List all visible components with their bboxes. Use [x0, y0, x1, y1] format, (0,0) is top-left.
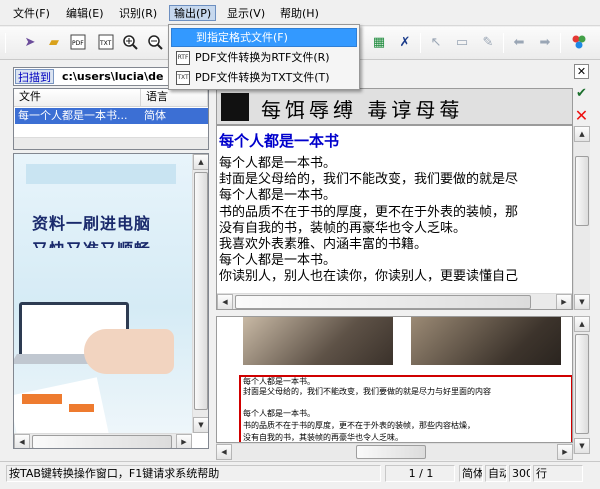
scan-path-field[interactable]: c:\users\lucia\de [62, 69, 163, 84]
txt-icon: TXT [176, 71, 190, 85]
close-icon[interactable]: ✕ [574, 64, 589, 79]
save-pdf-icon[interactable]: PDF [68, 32, 88, 52]
svg-text:TXT: TXT [99, 40, 112, 47]
status-hint: 按TAB键转换操作窗口，F1键请求系统帮助 [6, 465, 381, 482]
right-toolstrip: ✕ ✔ ✕ ▲ ▼ ▲ ▼ [573, 64, 591, 464]
clear-region-icon[interactable]: ✗ [395, 32, 415, 52]
file-list-hscroll[interactable] [14, 137, 208, 149]
text-line: 没有自我的书，装帧的再豪华也令人乏味。 [219, 221, 467, 236]
text-line: 书的品质不在于书的厚度，更不在于外表的装帧，那 [219, 205, 519, 220]
ocr-garbled-text: 每饵辱缚 毒谆母莓 [261, 98, 464, 122]
rtf-icon: RTF [176, 51, 190, 65]
recognized-text-editor[interactable]: 每个人都是一本书 每个人都是一本书。 封面是父母给的，我们不能改变，我们要做的就… [216, 125, 573, 310]
preview-vscroll[interactable]: ▲ ▼ [192, 154, 208, 433]
status-line: 行 [533, 465, 583, 482]
pen-icon[interactable]: ✎ [478, 32, 498, 52]
output-dropdown-menu: 到指定格式文件(F) RTF PDF文件转换为RTF文件(R) TXT PDF文… [168, 24, 360, 90]
menu-export-format-label: 到指定格式文件(F) [196, 31, 288, 44]
file-list: 文件 语言 每一个人都是一本书... 简体 [13, 88, 209, 150]
image-vscroll[interactable]: ▲ ▼ [573, 316, 590, 454]
menu-pdf-to-txt[interactable]: TXT PDF文件转换为TXT文件(T) [171, 69, 357, 88]
image-line: 每个人都是一本书。 [243, 377, 315, 386]
page-preview: 资料一刷进电脑 又快又准又顺畅 ▲ ▼ ◀ ▶ [13, 153, 209, 449]
text-line: 每个人都是一本书。 [219, 188, 337, 203]
recognition-region-box[interactable]: 每个人都是一本书。 封面是父母给的，我们不能改变，我们要做的就是尽力与好里面的内… [239, 375, 572, 442]
menu-file[interactable]: 文件(F) [9, 6, 54, 22]
text-line: 每个人都是一本书。 [219, 253, 337, 268]
text-hscroll[interactable]: ◀ ▶ [217, 293, 572, 309]
image-line: 每个人都是一本书。 [243, 409, 315, 418]
delete-icon[interactable]: ✕ [574, 108, 589, 124]
status-page: 1 / 1 [385, 465, 455, 482]
status-dpi: 300 [509, 465, 531, 482]
save-txt-icon[interactable]: TXT [96, 32, 116, 52]
column-file[interactable]: 文件 [14, 89, 141, 107]
preview-image: 资料一刷进电脑 又快又准又顺畅 [14, 154, 192, 433]
image-line: 书的品质不在于书的厚度，更不在于外表的装帧，那些内容枯燥， [243, 421, 475, 430]
hand-image [84, 329, 174, 374]
zoom-in-icon[interactable] [120, 32, 140, 52]
list-item-language: 简体 [144, 109, 166, 122]
preview-hscroll[interactable]: ◀ ▶ [14, 433, 192, 448]
book-photo-right [411, 317, 561, 365]
image-line: 封面是父母给的，我们不能改变，我们要做的就是尽力与好里面的内容 [243, 387, 491, 396]
text-line: 你读别人，别人也在读你，你读别人，更要读懂自己 [219, 269, 519, 284]
text-line: 封面是父母给的，我们不能改变，我们要做的就是尽 [219, 172, 519, 187]
status-bar: 按TAB键转换操作窗口，F1键请求系统帮助 1 / 1 简体 自动 300 行 [0, 461, 600, 489]
list-item-file: 每一个人都是一本书... [18, 109, 128, 122]
zoom-out-icon[interactable] [145, 32, 165, 52]
text-line: 我喜欢外表素雅、内涵丰富的书籍。 [219, 237, 428, 252]
list-item[interactable]: 每一个人都是一本书... 简体 [15, 108, 208, 124]
status-mode: 自动 [485, 465, 507, 482]
book-photo-left [243, 317, 393, 365]
scan-to-button[interactable]: 扫描到 [15, 69, 54, 84]
text-line: 每个人都是一本书。 [219, 156, 337, 171]
pointer-icon[interactable]: ↖ [426, 32, 446, 52]
menu-output[interactable]: 输出(P) [169, 5, 217, 21]
menu-pdf-to-txt-label: PDF文件转换为TXT文件(T) [195, 71, 330, 84]
menu-view[interactable]: 显示(V) [223, 6, 269, 22]
preview-subheading: 又快又准又顺畅 [32, 236, 151, 248]
menu-help[interactable]: 帮助(H) [276, 6, 323, 22]
back-arrow-icon[interactable]: ⬅ [509, 32, 529, 52]
menu-pdf-to-rtf[interactable]: RTF PDF文件转换为RTF文件(R) [171, 49, 357, 68]
table-icon[interactable]: ▦ [369, 32, 389, 52]
menu-pdf-to-rtf-label: PDF文件转换为RTF文件(R) [195, 51, 330, 64]
menu-edit[interactable]: 编辑(E) [62, 6, 108, 22]
image-hscroll[interactable]: ◀ ▶ [216, 443, 573, 460]
menu-bar: 文件(F) 编辑(E) 识别(R) 输出(P) 显示(V) 帮助(H) [0, 0, 600, 26]
image-line: 没有自我的书，其装帧的再豪华也令人乏味。 [243, 433, 403, 442]
menu-recognize[interactable]: 识别(R) [115, 6, 161, 22]
select-region-icon[interactable]: ▭ [452, 32, 472, 52]
preview-heading: 资料一刷进电脑 [32, 214, 152, 233]
text-vscroll[interactable]: ▲ ▼ [573, 126, 590, 310]
document-title: 每个人都是一本书 [219, 132, 340, 150]
status-language: 简体 [459, 465, 483, 482]
menu-export-format[interactable]: 到指定格式文件(F) [171, 28, 357, 47]
open-folder-icon[interactable]: ▰ [44, 32, 64, 52]
column-language[interactable]: 语言 [141, 89, 208, 107]
svg-text:PDF: PDF [72, 40, 84, 47]
confirm-icon[interactable]: ✔ [574, 86, 589, 101]
source-image-view[interactable]: 每个人都是一本书。 封面是父母给的，我们不能改变，我们要做的就是尽力与好里面的内… [216, 316, 573, 443]
color-palette-icon[interactable] [569, 32, 589, 52]
ocr-preview-band: 每饵辱缚 毒谆母莓 [216, 88, 573, 125]
scan-icon[interactable]: ➤ [20, 32, 40, 52]
forward-arrow-icon[interactable]: ➡ [535, 32, 555, 52]
